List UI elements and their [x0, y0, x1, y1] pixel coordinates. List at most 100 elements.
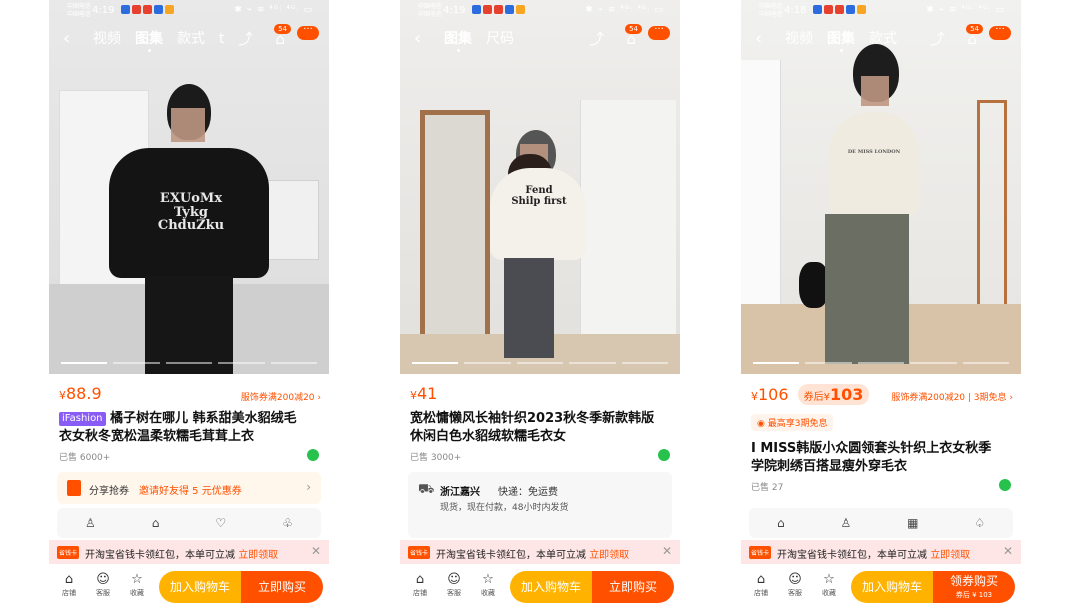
shop-icon: ⌂ — [756, 572, 766, 587]
tab-video[interactable]: 视频 — [785, 26, 813, 52]
media-tabs: 视频 图集 款式 t — [93, 26, 225, 52]
back-icon[interactable]: ‹ — [414, 26, 421, 52]
tab-more[interactable]: t — [219, 26, 225, 52]
phone-screen-3: DE MISS LONDON 中国电信 中国电信 4:18 ✱ ⌁ ≋ ⁴ᴳ⫶ ⁴… — [741, 0, 1021, 608]
tab-video[interactable]: 视频 — [93, 26, 121, 52]
service-button[interactable]: ☺ 客服 — [781, 572, 809, 598]
close-icon[interactable]: ✕ — [311, 544, 321, 558]
shipping-card[interactable]: ⛟ 浙江嘉兴 快递：免运费 现货，现在付款，48小时内发货 — [408, 472, 672, 538]
favorite-button[interactable]: ☆ 收藏 — [815, 572, 843, 598]
promo-link[interactable]: 服饰券满200减20 › — [241, 390, 321, 403]
banner-cta-link[interactable]: 立即领取 — [930, 550, 970, 561]
tab-size[interactable]: 尺码 — [486, 26, 514, 52]
notification-icons — [813, 5, 866, 14]
truck-icon: ⛟ — [418, 482, 435, 497]
product-photo[interactable]: Fend Shilp first — [400, 0, 680, 374]
attribute-icon[interactable]: ♡ — [215, 516, 226, 530]
attribute-icon[interactable]: ♧ — [282, 516, 293, 530]
savings-card-banner[interactable]: 省钱卡 开淘宝省钱卡领红包，本单可立减 立即领取 ✕ — [400, 540, 680, 564]
buy-now-button[interactable]: 立即购买 — [592, 571, 674, 603]
coupon-icon — [67, 480, 81, 496]
attribute-icon[interactable]: ♙ — [840, 516, 851, 530]
sold-count: 已售 27 — [751, 483, 784, 493]
more-icon[interactable]: ··· — [989, 25, 1011, 40]
face-blur — [861, 76, 889, 106]
clock: 4:19 — [443, 5, 466, 16]
shop-button[interactable]: ⌂ 店铺 — [406, 572, 434, 598]
add-to-cart-button[interactable]: 加入购物车 — [510, 571, 592, 603]
photo-mirror — [420, 110, 490, 350]
attribute-icon[interactable]: ⌂ — [152, 516, 160, 530]
buy-now-button[interactable]: 立即购买 — [241, 571, 323, 603]
sweater-embroidery: DE MISS LONDON — [847, 149, 901, 155]
share-coupon-card[interactable]: 分享抢券 邀请好友得 5 元优惠券 › — [57, 472, 321, 504]
shop-button[interactable]: ⌂ 店铺 — [747, 572, 775, 598]
attribute-icon[interactable]: ♤ — [974, 516, 985, 530]
bottom-action-bar: ⌂ 店铺 ☺ 客服 ☆ 收藏 加入购物车 立即购买 — [49, 566, 329, 608]
savings-card-banner[interactable]: 省钱卡 开淘宝省钱卡领红包，本单可立减 立即领取 ✕ — [49, 540, 329, 564]
media-tabs: 图集 尺码 — [444, 26, 514, 52]
savings-card-tag: 省钱卡 — [408, 546, 431, 559]
banner-message: 开淘宝省钱卡领红包，本单可立减 立即领取 — [436, 550, 630, 561]
savings-card-banner[interactable]: 省钱卡 开淘宝省钱卡领红包，本单可立减 立即领取 ✕ — [741, 540, 1021, 564]
add-to-cart-button[interactable]: 加入购物车 — [851, 571, 933, 603]
star-icon: ☆ — [482, 572, 494, 587]
carrier-label: 中国电信 中国电信 — [67, 3, 92, 18]
notification-icons — [121, 5, 174, 14]
wechat-icon[interactable] — [658, 449, 670, 461]
more-icon[interactable]: ··· — [648, 25, 670, 40]
tab-gallery[interactable]: 图集 — [444, 26, 472, 52]
wechat-icon[interactable] — [999, 479, 1011, 491]
sold-count: 已售 6000+ — [59, 453, 111, 463]
product-photo[interactable]: DE MISS LONDON — [741, 0, 1021, 374]
service-icon: ☺ — [447, 572, 461, 587]
service-button[interactable]: ☺ 客服 — [440, 572, 468, 598]
system-icons: ✱ ⌁ ≋ ⁴ᴳ⫶ ⁴ᴳ⫶ ▭ — [234, 5, 313, 15]
gallery-indicator — [753, 362, 1010, 364]
promo-link[interactable]: 服饰券满200减20 | 3期免息 › — [891, 390, 1013, 403]
wechat-icon[interactable] — [307, 449, 319, 461]
shop-icon: ⌂ — [415, 572, 425, 587]
banner-cta-link[interactable]: 立即领取 — [238, 550, 278, 561]
service-button[interactable]: ☺ 客服 — [89, 572, 117, 598]
back-icon[interactable]: ‹ — [755, 26, 762, 52]
star-icon: ☆ — [131, 572, 143, 587]
more-icon[interactable]: ··· — [297, 25, 319, 40]
sweater-print-text: EXUoMx Tykg ChduZku — [157, 191, 225, 234]
share-icon[interactable]: ⤴ — [238, 26, 253, 52]
share-invite-text: 邀请好友得 5 元优惠券 — [139, 486, 242, 497]
attribute-icon[interactable]: ▦ — [907, 516, 918, 530]
shipping-fee: 快递：免运费 — [498, 487, 558, 498]
share-icon[interactable]: ⤴ — [589, 26, 604, 52]
clock: 4:18 — [784, 5, 807, 16]
carrier-label: 中国电信 中国电信 — [418, 3, 443, 18]
shop-icon: ⌂ — [64, 572, 74, 587]
bottom-action-bar: ⌂ 店铺 ☺ 客服 ☆ 收藏 加入购物车 立即购买 — [400, 566, 680, 608]
close-icon[interactable]: ✕ — [662, 544, 672, 558]
add-to-cart-button[interactable]: 加入购物车 — [159, 571, 241, 603]
shop-button[interactable]: ⌂ 店铺 — [55, 572, 83, 598]
product-title: 宽松慵懒风长袖针织2023秋冬季新款韩版休闲白色水貂绒软糯毛衣女 — [410, 411, 655, 444]
favorite-button[interactable]: ☆ 收藏 — [474, 572, 502, 598]
close-icon[interactable]: ✕ — [1003, 544, 1013, 558]
tab-style[interactable]: 款式 — [177, 26, 205, 52]
product-photo[interactable]: EXUoMx Tykg ChduZku — [49, 0, 329, 374]
price-row: ¥88.9 服饰券满200减20 › — [59, 384, 321, 408]
price: ¥41 — [410, 384, 438, 403]
ship-from-location: 浙江嘉兴 — [440, 487, 480, 498]
back-icon[interactable]: ‹ — [63, 26, 70, 52]
coupon-price-badge: 券后¥103 — [797, 384, 870, 405]
attribute-icons: ♙ ⌂ ♡ ♧ — [57, 508, 321, 538]
attribute-icon[interactable]: ⌂ — [777, 516, 785, 530]
attribute-icon[interactable]: ♙ — [85, 516, 96, 530]
star-icon: ☆ — [823, 572, 835, 587]
share-icon[interactable]: ⤴ — [930, 26, 945, 52]
banner-cta-link[interactable]: 立即领取 — [589, 550, 629, 561]
claim-coupon-buy-button[interactable]: 领券购买 券后 ¥ 103 — [933, 571, 1015, 603]
tab-gallery[interactable]: 图集 — [135, 26, 163, 52]
favorite-button[interactable]: ☆ 收藏 — [123, 572, 151, 598]
share-label: 分享抢券 — [89, 486, 129, 497]
phone-screen-1: EXUoMx Tykg ChduZku 中国电信 中国电信 4:19 ✱ ⌁ ≋ … — [49, 0, 329, 608]
tab-gallery[interactable]: 图集 — [827, 26, 855, 52]
tab-style[interactable]: 款式 — [869, 26, 897, 52]
